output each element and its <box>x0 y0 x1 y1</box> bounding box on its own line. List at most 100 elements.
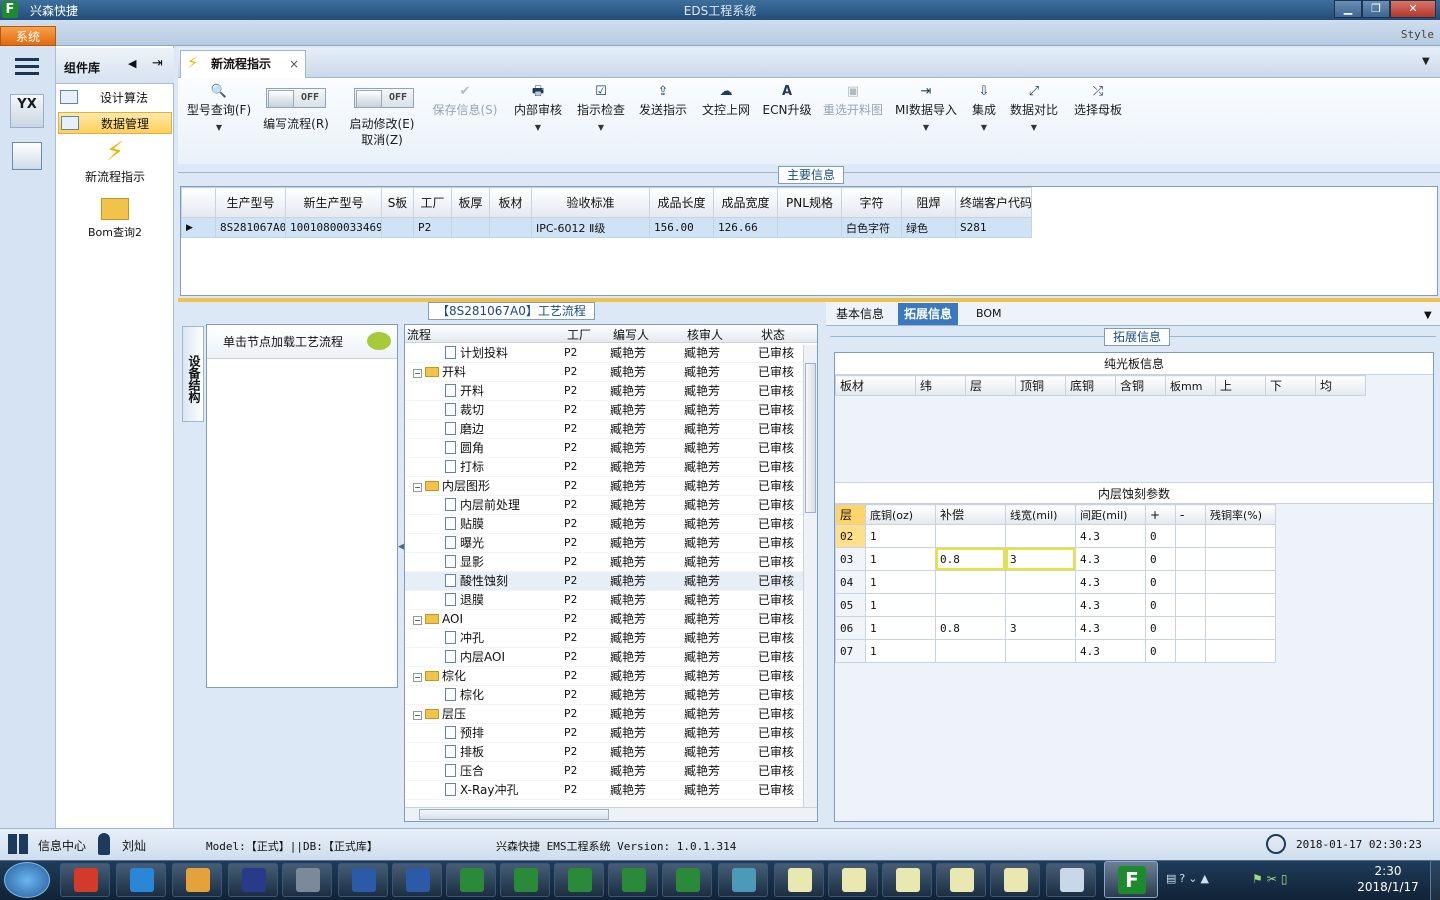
table-cell[interactable] <box>1005 524 1076 548</box>
reviewer-cell[interactable]: 臧艳芳 <box>681 343 755 363</box>
shortcut-bom-query[interactable]: Bom查询2 <box>58 196 172 242</box>
list-item[interactable]: 预排 P2 臧艳芳 臧艳芳 已审核 <box>405 723 805 743</box>
data-compare-button[interactable]: ⤢ 数据对比 ▼ <box>1006 84 1062 136</box>
reviewer-cell[interactable]: 臧艳芳 <box>681 419 755 439</box>
scroll-thumb[interactable] <box>419 809 609 820</box>
table-cell[interactable] <box>1175 593 1206 617</box>
factory-cell[interactable]: P2 <box>561 685 607 705</box>
list-item[interactable]: 内层前处理 P2 臧艳芳 臧艳芳 已审核 <box>405 495 805 515</box>
status-cell[interactable]: 已审核 <box>755 343 805 363</box>
side-tab-equipment[interactable]: 设备结构 <box>182 326 204 422</box>
table-cell[interactable] <box>1205 593 1276 617</box>
tree-node[interactable]: 裁切 <box>405 400 561 420</box>
status-cell[interactable]: 已审核 <box>755 761 805 781</box>
reviewer-cell[interactable]: 臧艳芳 <box>681 552 755 572</box>
table-cell[interactable]: P2 <box>413 217 452 238</box>
writer-cell[interactable]: 臧艳芳 <box>607 761 681 781</box>
reviewer-cell[interactable]: 臧艳芳 <box>681 533 755 553</box>
table-cell[interactable] <box>1005 593 1076 617</box>
table-cell[interactable]: 0 <box>1145 524 1176 548</box>
writer-cell[interactable]: 臧艳芳 <box>607 552 681 572</box>
start-button-icon[interactable] <box>4 862 50 898</box>
table-cell[interactable]: 8S281067A0 <box>215 217 286 238</box>
nav-item-design-algorithm[interactable]: 设计算法 <box>58 87 172 109</box>
table-cell[interactable]: 126.66 <box>713 217 778 238</box>
table-cell[interactable]: 4.3 <box>1075 524 1146 548</box>
floppy-icon[interactable] <box>228 863 278 897</box>
status-cell[interactable]: 已审核 <box>755 723 805 743</box>
factory-cell[interactable]: P2 <box>561 343 607 363</box>
reselect-cutting-chart-button[interactable]: ▣ 重选开料图 <box>820 84 886 118</box>
col-header[interactable]: 上 <box>1215 375 1266 396</box>
factory-cell[interactable]: P2 <box>561 552 607 572</box>
reviewer-cell[interactable]: 臧艳芳 <box>681 362 755 382</box>
table-cell[interactable]: IPC-6012 Ⅱ级 <box>531 217 650 238</box>
status-cell[interactable]: 已审核 <box>755 609 805 629</box>
table-cell[interactable]: 0.8 <box>935 547 1006 571</box>
table-cell[interactable] <box>1205 570 1276 594</box>
minimize-icon[interactable]: ▁ <box>1334 0 1362 18</box>
col-header[interactable]: - <box>1175 504 1206 525</box>
col-header[interactable]: 层 <box>835 504 866 525</box>
excel-doc-icon[interactable] <box>608 863 658 897</box>
row-layer-cell[interactable]: 02 <box>835 524 866 548</box>
maximize-icon[interactable]: ❐ <box>1362 0 1390 18</box>
table-row[interactable]: 03 1 0.8 3 4.3 0 <box>835 547 1276 571</box>
table-cell[interactable] <box>935 570 1006 594</box>
collapse-icon[interactable]: − <box>413 673 422 682</box>
list-item[interactable]: 冲孔 P2 臧艳芳 臧艳芳 已审核 <box>405 628 805 648</box>
status-cell[interactable]: 已审核 <box>755 457 805 477</box>
table-row[interactable]: 05 1 4.3 0 <box>835 593 1276 617</box>
table-cell[interactable] <box>1175 616 1206 640</box>
list-item[interactable]: 棕化 P2 臧艳芳 臧艳芳 已审核 <box>405 685 805 705</box>
factory-cell[interactable]: P2 <box>561 780 607 800</box>
active-app-taskbar-icon[interactable]: F <box>1104 861 1158 898</box>
col-header[interactable]: 验收标准 <box>531 187 650 218</box>
horizontal-scrollbar[interactable] <box>405 807 817 821</box>
list-item[interactable]: − AOI P2 臧艳芳 臧艳芳 已审核 <box>405 609 805 629</box>
right-tab-dropdown-icon[interactable]: ▼ <box>1424 310 1432 321</box>
scroll-thumb[interactable] <box>805 363 816 513</box>
table-cell[interactable] <box>1205 524 1276 548</box>
tree-node[interactable]: 计划投料 <box>405 343 561 363</box>
tree-node[interactable]: 圆角 <box>405 438 561 458</box>
excel-doc-icon[interactable] <box>446 863 496 897</box>
write-flow-toggle[interactable]: OFF <box>266 88 326 108</box>
status-cell[interactable]: 已审核 <box>755 533 805 553</box>
list-item[interactable]: − 棕化 P2 臧艳芳 臧艳芳 已审核 <box>405 666 805 686</box>
list-item[interactable]: 贴膜 P2 臧艳芳 臧艳芳 已审核 <box>405 514 805 534</box>
pin-icon[interactable]: ⇥ <box>152 56 163 71</box>
table-cell[interactable] <box>935 524 1006 548</box>
col-header[interactable]: 成品宽度 <box>713 187 778 218</box>
table-cell[interactable]: 1 <box>865 547 936 571</box>
system-tray-icons[interactable]: ▤?⌄▲ <box>1166 872 1246 888</box>
list-item[interactable]: 圆角 P2 臧艳芳 臧艳芳 已审核 <box>405 438 805 458</box>
reviewer-cell[interactable]: 臧艳芳 <box>681 476 755 496</box>
doc-online-button[interactable]: ☁ 文控上网 <box>698 84 754 118</box>
writer-cell[interactable]: 臧艳芳 <box>607 590 681 610</box>
select-mother-board-button[interactable]: ⤮ 选择母板 <box>1068 84 1128 118</box>
tree-node[interactable]: X-Ray冲孔 <box>405 780 561 800</box>
reviewer-cell[interactable]: 臧艳芳 <box>681 666 755 686</box>
save-info-button[interactable]: ✔ 保存信息(S) <box>428 84 502 118</box>
table-cell[interactable]: 10010800033469 <box>285 217 382 238</box>
table-row[interactable]: ▶ 8S281067A0 10010800033469 P2 IPC-6012 … <box>181 217 1032 238</box>
col-header[interactable]: 字符 <box>841 187 902 218</box>
model-query-button[interactable]: 🔍 型号查询(F) ▼ <box>184 84 254 136</box>
close-icon[interactable]: ✕ <box>1390 0 1436 18</box>
vertical-scrollbar[interactable] <box>803 345 817 807</box>
reviewer-cell[interactable]: 臧艳芳 <box>681 647 755 667</box>
factory-cell[interactable]: P2 <box>561 381 607 401</box>
hamburger-icon[interactable] <box>15 58 39 76</box>
table-cell[interactable]: 0 <box>1145 593 1176 617</box>
col-header[interactable]: 阻焊 <box>901 187 956 218</box>
table-cell[interactable]: 0 <box>1145 547 1176 571</box>
table-cell[interactable] <box>935 639 1006 663</box>
status-cell[interactable]: 已审核 <box>755 590 805 610</box>
table-row[interactable]: 04 1 4.3 0 <box>835 570 1276 594</box>
table-cell[interactable] <box>935 593 1006 617</box>
writer-cell[interactable]: 臧艳芳 <box>607 704 681 724</box>
status-cell[interactable]: 已审核 <box>755 704 805 724</box>
gmail-icon[interactable] <box>60 863 110 897</box>
col-header[interactable]: 新生产型号 <box>285 187 382 218</box>
